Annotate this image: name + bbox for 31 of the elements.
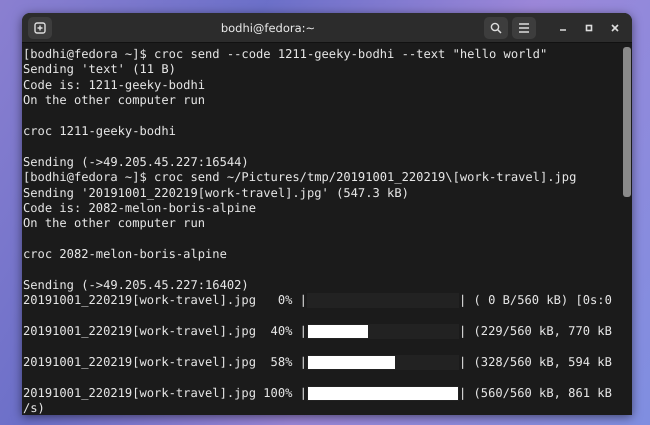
new-tab-button[interactable] [28, 16, 52, 38]
menu-icon [518, 22, 530, 32]
terminal-line: Code is: 1211-geeky-bodhi [23, 78, 206, 94]
terminal-line: Sending 'text' (11 B) [23, 62, 176, 78]
terminal-line: Sending (->49.205.45.227:16544) [23, 154, 249, 170]
progress-label: 20191001_220219[work-travel].jpg 40% | [23, 324, 307, 340]
search-icon [490, 22, 502, 34]
scrollbar-thumb[interactable] [623, 47, 631, 197]
search-button[interactable] [484, 16, 508, 38]
terminal-line: Sending (->49.205.45.227:16402) [23, 278, 249, 294]
terminal-line: Sending '20191001_220219[work-travel].jpg' (547.3 kB) [23, 186, 409, 201]
terminal-line: croc 1211-geeky-bodhi [23, 124, 176, 140]
progress-label: 20191001_220219[work-travel].jpg 58% | [23, 354, 307, 370]
progress-stats: | ( 0 B/560 kB) [0s:0 [458, 293, 612, 309]
progress-stats: | (328/560 kB, 594 kB [458, 354, 612, 370]
terminal-line: Code is: 2082-melon-boris-alpine [23, 200, 256, 216]
window-title: bodhi@fedora:~ [220, 20, 316, 34]
terminal-line: croc 2082-melon-boris-alpine [23, 247, 227, 262]
terminal-line: [bodhi@fedora ~]$ croc send ~/Pictures/tmp/20191001_220219\[work-travel].jpg [23, 170, 576, 186]
terminal-line: On the other computer run [23, 216, 206, 232]
progress-label: 20191001_220219[work-travel].jpg 100% | [23, 386, 307, 401]
menu-button[interactable] [512, 16, 536, 38]
terminal-line: /s) [23, 400, 45, 415]
progress-label: 20191001_220219[work-travel].jpg 0% | [23, 293, 307, 309]
maximize-icon [585, 24, 593, 32]
terminal-line: On the other computer run [23, 93, 206, 109]
progress-stats: | (560/560 kB, 861 kB [458, 386, 612, 401]
close-icon [611, 24, 619, 32]
progress-stats: | (229/560 kB, 770 kB [458, 324, 612, 340]
plus-square-icon [34, 22, 46, 34]
terminal-line: [bodhi@fedora ~]$ croc send --code 1211-geeky-bodhi --text "hello world" [23, 47, 548, 62]
